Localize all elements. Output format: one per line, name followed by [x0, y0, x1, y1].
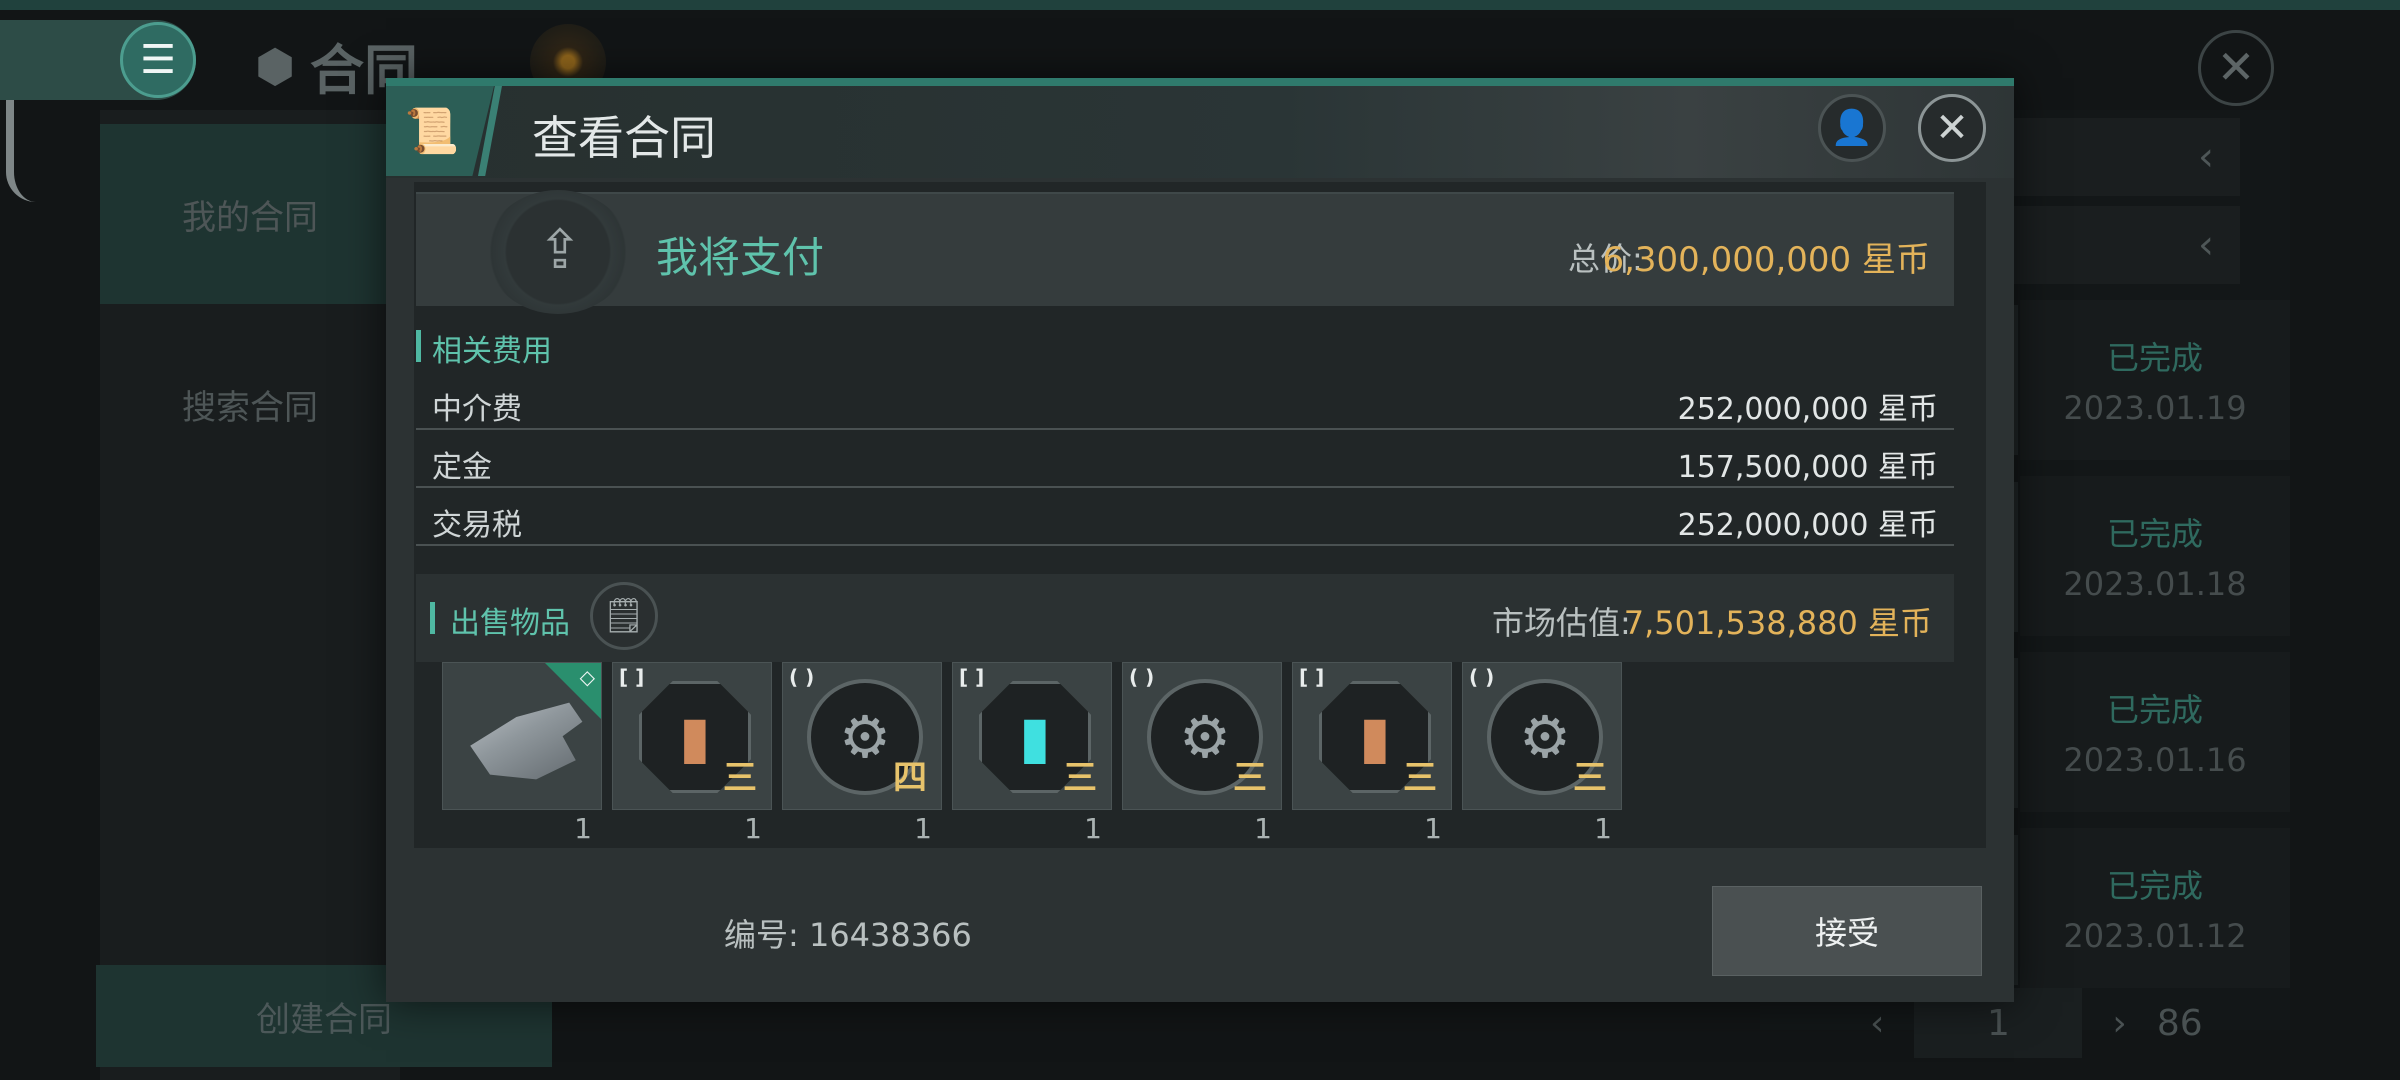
- item-slot[interactable]: ⚙ ( ) 四 1: [782, 662, 942, 852]
- fee-label: 中介费: [432, 392, 522, 427]
- item-tier: 三: [1573, 758, 1607, 798]
- chevron-left-icon: ‹: [2198, 134, 2214, 180]
- row-date: 2023.01.12: [2063, 917, 2247, 955]
- contract-row[interactable]: 已完成 2023.01.18: [2020, 476, 2290, 636]
- ship-icon: [470, 702, 583, 780]
- row-status: 已完成: [2106, 691, 2203, 729]
- item-tile: ⚙ ( ) 三: [1122, 662, 1282, 810]
- total-value: 6,300,000,000 星币: [1602, 240, 1930, 280]
- fee-value: 252,000,000 星币: [1677, 392, 1938, 427]
- fee-label: 定金: [432, 450, 492, 485]
- item-quantity: 1: [744, 812, 762, 845]
- menu-icon: ☰: [140, 37, 176, 83]
- dialog-top-accent: [386, 78, 2014, 86]
- contract-row[interactable]: 已完成 2023.01.12: [2020, 828, 2290, 988]
- contract-row[interactable]: 已完成 2023.01.19: [2020, 300, 2290, 460]
- market-value: 7,501,538,880 星币: [1623, 604, 1932, 642]
- item-bracket: [ ]: [619, 665, 645, 689]
- payment-summary: ⇪ 我将支付 总价: 6,300,000,000 星币: [416, 190, 1954, 314]
- item-bracket: [ ]: [959, 665, 985, 689]
- item-slot[interactable]: ▮ [ ] 三 1: [612, 662, 772, 852]
- contract-id: 编号: 16438366: [724, 916, 972, 954]
- payment-label: 我将支付: [656, 233, 825, 282]
- item-bracket: [ ]: [1299, 665, 1325, 689]
- item-quantity: 1: [1424, 812, 1442, 845]
- item-bracket: ( ): [1469, 665, 1495, 689]
- market-label: 市场估值:: [1492, 604, 1631, 642]
- row-status: 已完成: [2106, 867, 2203, 905]
- row-status: 已完成: [2106, 339, 2203, 377]
- row-date: 2023.01.18: [2063, 565, 2247, 603]
- nav-search-contracts[interactable]: 搜索合同: [100, 314, 400, 494]
- item-quantity: 1: [1254, 812, 1272, 845]
- fee-value: 157,500,000 星币: [1677, 450, 1938, 485]
- fee-row: 中介费 252,000,000 星币: [416, 374, 1954, 430]
- items-header: 出售物品 🗒 市场估值: 7,501,538,880 星币: [416, 574, 1954, 662]
- item-quantity: 1: [914, 812, 932, 845]
- fee-value: 252,000,000 星币: [1677, 508, 1938, 543]
- row-status: 已完成: [2106, 515, 2203, 553]
- section-accent: [416, 330, 421, 362]
- item-tier: 三: [1403, 758, 1437, 798]
- chevron-left-icon: ‹: [2198, 222, 2214, 268]
- fee-row: 交易税 252,000,000 星币: [416, 490, 1954, 546]
- cube-icon: ⬢: [254, 38, 296, 93]
- fees-title: 相关费用: [432, 334, 552, 369]
- item-list-button[interactable]: 🗒: [590, 582, 658, 650]
- contract-row[interactable]: 已完成 2023.01.16: [2020, 652, 2290, 812]
- item-bracket: ( ): [789, 665, 815, 689]
- top-strip: [0, 0, 2400, 10]
- row-date: 2023.01.19: [2063, 389, 2247, 427]
- item-tile: ▮ [ ] 三: [612, 662, 772, 810]
- view-contract-dialog: 📜 查看合同 👤 ✕ ⇪ 我将支付 总价: 6,300,000,000 星币 相…: [386, 78, 2014, 1002]
- item-tile: ▮ [ ] 三: [952, 662, 1112, 810]
- item-slot[interactable]: ▮ [ ] 三 1: [1292, 662, 1452, 852]
- dialog-title: 查看合同: [532, 111, 716, 165]
- item-tier: 三: [1063, 758, 1097, 798]
- item-slot[interactable]: ⚙ ( ) 三 1: [1122, 662, 1282, 852]
- item-tier: 三: [1233, 758, 1267, 798]
- document-icon: 🗒: [602, 596, 646, 636]
- item-quantity: 1: [1594, 812, 1612, 845]
- item-quantity: 1: [1084, 812, 1102, 845]
- item-tile: ▮ [ ] 三: [1292, 662, 1452, 810]
- item-tile: ⚙ ( ) 三: [1462, 662, 1622, 810]
- row-date: 2023.01.16: [2063, 741, 2247, 779]
- page-total: 86: [2156, 1002, 2203, 1044]
- item-quantity: 1: [574, 812, 592, 845]
- fee-row: 定金 157,500,000 星币: [416, 432, 1954, 488]
- user-button[interactable]: 👤: [1818, 94, 1886, 162]
- section-accent: [430, 602, 435, 634]
- close-button[interactable]: ✕: [1918, 94, 1986, 162]
- menu-button[interactable]: ☰: [120, 22, 196, 98]
- item-tile: ⚙ ( ) 四: [782, 662, 942, 810]
- prev-page-icon[interactable]: ‹: [1870, 1003, 1884, 1044]
- item-slot[interactable]: ◇ 1: [442, 662, 602, 852]
- item-tier: 四: [893, 758, 927, 798]
- item-slot[interactable]: ▮ [ ] 三 1: [952, 662, 1112, 852]
- item-bracket: ( ): [1129, 665, 1155, 689]
- cart-upload-icon: ⇪: [537, 218, 583, 281]
- accept-button[interactable]: 接受: [1712, 886, 1982, 976]
- next-page-icon[interactable]: ›: [2112, 1003, 2126, 1044]
- close-icon: ✕: [1935, 105, 1969, 151]
- background-close-button[interactable]: ✕: [2198, 30, 2274, 106]
- user-icon: 👤: [1830, 108, 1874, 148]
- items-title: 出售物品: [450, 606, 570, 641]
- item-slot[interactable]: ⚙ ( ) 三 1: [1462, 662, 1622, 852]
- fee-label: 交易税: [432, 508, 522, 543]
- diamond-icon: ◇: [579, 665, 595, 689]
- item-tile: ◇: [442, 662, 602, 810]
- nav-my-contracts[interactable]: 我的合同: [100, 124, 400, 304]
- item-tier: 三: [723, 758, 757, 798]
